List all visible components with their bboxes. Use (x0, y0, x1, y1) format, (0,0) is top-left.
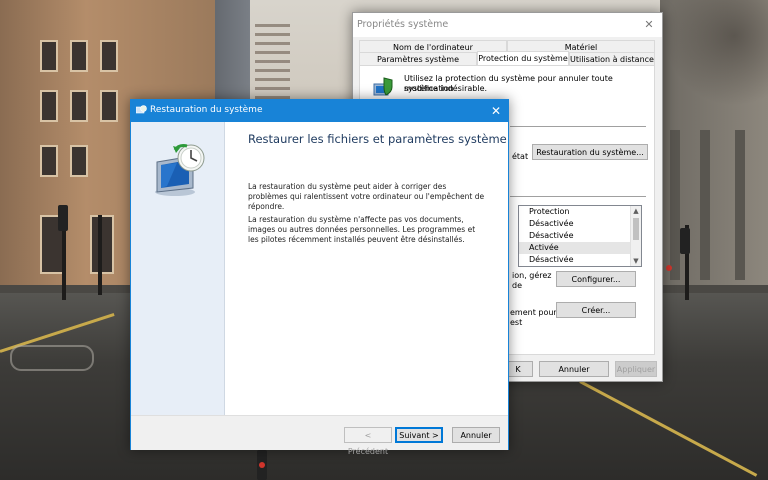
wallpaper-traffic-light (680, 228, 690, 254)
chevron-down-icon[interactable]: ▼ (631, 256, 641, 266)
list-item[interactable]: Désactivée (519, 230, 641, 242)
wallpaper-red-light (666, 265, 672, 271)
wizard-heading: Restaurer les fichiers et paramètres sys… (248, 132, 507, 146)
group-separator (510, 196, 646, 197)
system-properties-titlebar[interactable]: Propriétés système ✕ (353, 13, 662, 37)
wallpaper-window (70, 90, 88, 122)
create-button[interactable]: Créer... (556, 302, 636, 318)
system-restore-window: Restauration du système ✕ Restaurer les … (130, 99, 509, 456)
create-text-line1: ement pour (510, 308, 557, 317)
cancel-button[interactable]: Annuler (452, 427, 500, 443)
wallpaper-column (735, 130, 745, 280)
system-properties-title: Propriétés système (357, 19, 449, 30)
list-item[interactable]: Activée (519, 242, 641, 254)
wallpaper-window (40, 90, 58, 122)
wallpaper-column (700, 130, 710, 280)
wizard-side-panel (131, 122, 225, 415)
wallpaper-traffic-light (58, 205, 68, 231)
system-restore-button[interactable]: Restauration du système... (532, 144, 648, 160)
system-restore-title: Restauration du système (150, 105, 263, 115)
apply-button[interactable]: Appliquer (615, 361, 657, 377)
wallpaper-window (40, 145, 58, 177)
chevron-up-icon[interactable]: ▲ (631, 206, 641, 216)
intro-text-line2: système indésirable. (404, 84, 488, 93)
group-separator (510, 126, 646, 127)
scrollbar-thumb[interactable] (633, 218, 639, 240)
next-button[interactable]: Suivant > (395, 427, 443, 443)
wallpaper-bike-lane (10, 345, 94, 371)
close-icon[interactable]: ✕ (640, 16, 658, 34)
configure-button[interactable]: Configurer... (556, 271, 636, 287)
list-item[interactable]: Désactivée (519, 218, 641, 230)
wizard-content: Restaurer les fichiers et paramètres sys… (225, 122, 508, 415)
wallpaper-window (100, 40, 118, 72)
wallpaper-window (70, 145, 88, 177)
list-scrollbar[interactable]: ▲ ▼ (630, 206, 641, 266)
wizard-paragraph-2: La restauration du système n'affecte pas… (248, 215, 476, 244)
close-icon[interactable]: ✕ (487, 102, 505, 120)
system-protection-icon (373, 77, 393, 96)
tab-advanced-settings[interactable]: Paramètres système avancés (359, 52, 477, 78)
system-restore-titlebar[interactable]: Restauration du système ✕ (131, 100, 508, 122)
wallpaper-pole (98, 215, 102, 295)
configure-text-line2: de (512, 281, 522, 290)
create-text-line2: est (510, 318, 523, 327)
list-item[interactable]: Désactivée (519, 254, 641, 266)
wizard-paragraph-1: La restauration du système peut aider à … (248, 182, 485, 211)
wallpaper-column (670, 130, 680, 280)
back-button[interactable]: < Précédent (344, 427, 392, 456)
restore-partial-text: état (512, 152, 529, 161)
protection-settings-list[interactable]: Protection Désactivée Désactivée Activée… (518, 205, 642, 267)
wallpaper-window (100, 90, 118, 122)
list-header[interactable]: Protection (519, 206, 641, 218)
system-restore-app-icon (136, 105, 147, 114)
tab-system-protection[interactable]: Protection du système (477, 51, 569, 66)
wallpaper-window (40, 40, 58, 72)
tab-remote[interactable]: Utilisation à distance (569, 52, 655, 66)
wizard-footer: < Précédent Suivant > Annuler (131, 415, 508, 456)
wallpaper-door (90, 215, 114, 274)
wallpaper-tree (655, 0, 768, 120)
wallpaper-window (70, 40, 88, 72)
configure-text-line1: ion, gérez (512, 271, 552, 280)
cancel-button[interactable]: Annuler (539, 361, 609, 377)
wallpaper-red-light (259, 462, 265, 468)
system-restore-illustration-icon (155, 144, 205, 196)
